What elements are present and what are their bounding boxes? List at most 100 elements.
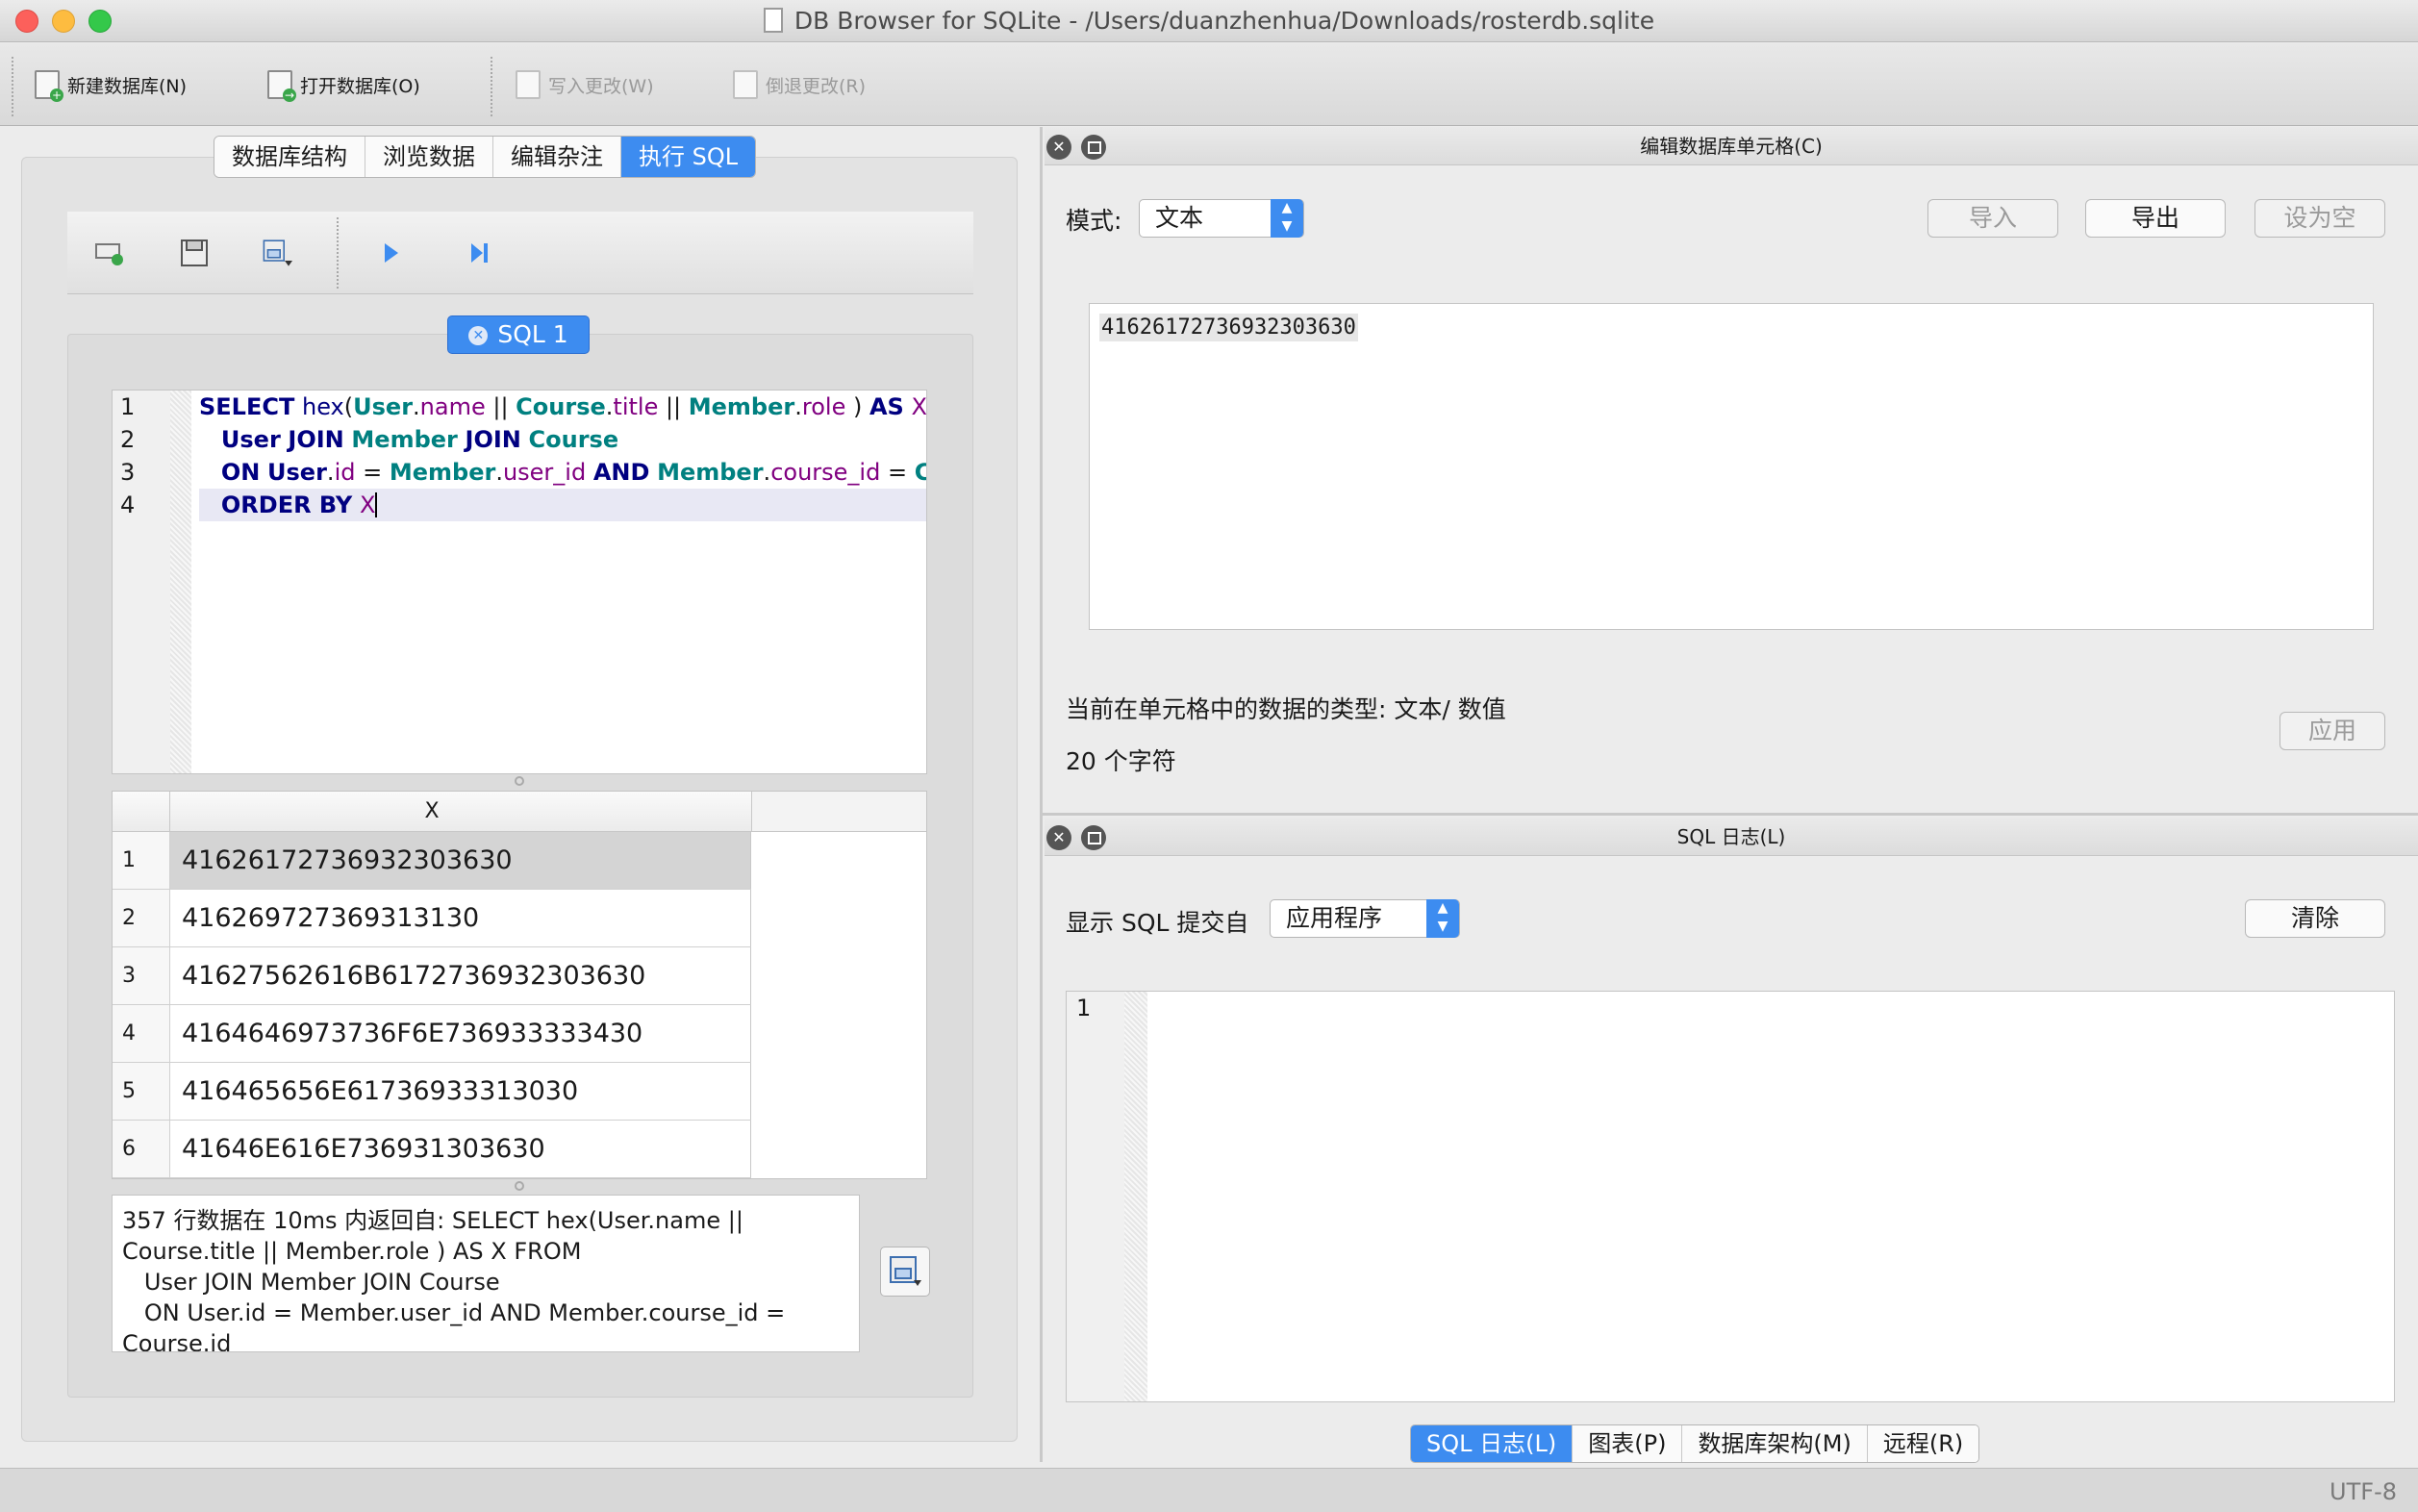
cell-editor-float-icon[interactable]: [1081, 135, 1106, 160]
sql-tab-label: SQL 1: [497, 320, 568, 348]
log-fold-margin: [1124, 992, 1147, 1401]
table-row[interactable]: 4 4164646973736F6E736933333430: [113, 1005, 751, 1063]
vertical-splitter[interactable]: [1040, 127, 1043, 1462]
sql-source-value: 应用程序: [1286, 904, 1383, 932]
tab-execute-sql[interactable]: 执行 SQL: [621, 137, 756, 177]
cell-editor-close-icon[interactable]: ✕: [1046, 135, 1071, 160]
line-number-gutter: 1 2 3 4: [113, 391, 170, 773]
mode-select[interactable]: 文本 ▲ ▼: [1139, 199, 1304, 238]
log-line-number-gutter: 1: [1067, 992, 1124, 1401]
cell-editor-title: 编辑数据库单元格(C): [1640, 135, 1823, 158]
sql-toolbar-separator: [337, 217, 339, 289]
chevron-updown-icon: ▲ ▼: [1271, 199, 1303, 238]
editor-splitter-handle[interactable]: [515, 776, 524, 786]
sql-log-close-icon[interactable]: ✕: [1046, 825, 1071, 850]
tab-edit-pragmas[interactable]: 编辑杂注: [493, 137, 621, 177]
tab-db-schema[interactable]: 数据库架构(M): [1682, 1425, 1868, 1462]
tab-browse-data[interactable]: 浏览数据: [365, 137, 493, 177]
line-number: 4: [120, 491, 136, 518]
tab-remote[interactable]: 远程(R): [1867, 1425, 1979, 1462]
row-number: 4: [113, 1005, 170, 1062]
revert-changes-icon: [733, 70, 758, 99]
fold-margin: [170, 391, 191, 773]
new-database-label: 新建数据库(N): [67, 75, 188, 97]
encoding-label: UTF-8: [2330, 1478, 2397, 1505]
revert-changes-button[interactable]: 倒退更改(R): [733, 64, 866, 105]
sql-tab[interactable]: ✕ SQL 1: [447, 315, 590, 354]
grid-header-filler: [751, 792, 926, 832]
set-null-button[interactable]: 设为空: [2254, 199, 2385, 238]
save-sql-file-icon[interactable]: [262, 237, 292, 269]
import-button[interactable]: 导入: [1927, 199, 2058, 238]
code-line: ON User.id = Member.user_id AND Member.c…: [220, 459, 926, 486]
cell-char-count: 20 个字符: [1066, 747, 1176, 775]
table-row[interactable]: 1 41626172736932303630: [113, 832, 751, 890]
sql-log-title: SQL 日志(L): [1676, 825, 1786, 848]
open-tab-icon[interactable]: [94, 237, 125, 269]
execution-message: 357 行数据在 10ms 内返回自: SELECT hex(User.name…: [112, 1195, 860, 1352]
row-number: 5: [113, 1063, 170, 1120]
status-bar: UTF-8: [0, 1468, 2418, 1512]
close-tab-icon[interactable]: ✕: [468, 326, 489, 345]
show-sql-label: 显示 SQL 提交自: [1066, 909, 1249, 937]
line-number: 3: [120, 459, 136, 486]
write-changes-button[interactable]: 写入更改(W): [516, 64, 654, 105]
write-changes-icon: [516, 70, 541, 99]
horizontal-splitter[interactable]: [1043, 813, 2418, 816]
toolbar-separator: [491, 57, 492, 116]
table-row[interactable]: 3 41627562616B6172736932303630: [113, 947, 751, 1005]
document-icon: [763, 8, 783, 33]
tab-sql-log[interactable]: SQL 日志(L): [1411, 1425, 1574, 1462]
line-number: 2: [120, 426, 136, 453]
toolbar-grip: [12, 57, 13, 116]
table-row[interactable]: 5 416465656E61736933313030: [113, 1063, 751, 1121]
code-line-current: ORDER BY X: [199, 489, 926, 521]
mode-label: 模式:: [1066, 207, 1122, 235]
cell-value-text: 41626172736932303630: [1099, 314, 1358, 341]
mode-select-value: 文本: [1155, 204, 1204, 232]
code-line: User JOIN Member JOIN Course: [220, 426, 619, 453]
clear-log-button[interactable]: 清除: [2245, 899, 2385, 938]
results-splitter-handle[interactable]: [515, 1181, 524, 1191]
row-number: 2: [113, 890, 170, 946]
open-database-label: 打开数据库(O): [300, 75, 420, 97]
table-cell[interactable]: 41646E616E736931303630: [170, 1121, 751, 1177]
table-cell[interactable]: 41626172736932303630: [170, 832, 751, 889]
text-cursor: [375, 492, 378, 517]
results-grid[interactable]: X 1 41626172736932303630 2 4162697273693…: [112, 791, 927, 1179]
export-button[interactable]: 导出: [2085, 199, 2226, 238]
apply-button[interactable]: 应用: [2279, 712, 2385, 750]
open-sql-file-icon[interactable]: [179, 237, 210, 269]
revert-changes-label: 倒退更改(R): [766, 75, 867, 97]
execute-line-icon[interactable]: [464, 237, 494, 269]
cell-type-info: 当前在单元格中的数据的类型: 文本/ 数值: [1066, 695, 1506, 723]
table-row[interactable]: 6 41646E616E736931303630: [113, 1121, 751, 1178]
tab-plot[interactable]: 图表(P): [1573, 1425, 1683, 1462]
new-database-button[interactable]: + 新建数据库(N): [35, 64, 187, 105]
sql-log-float-icon[interactable]: [1081, 825, 1106, 850]
execute-all-icon[interactable]: [375, 237, 406, 269]
sql-toolbar: [67, 212, 973, 294]
dock-tab-bar: SQL 日志(L) 图表(P) 数据库架构(M) 远程(R): [1410, 1424, 1980, 1463]
row-number: 3: [113, 947, 170, 1004]
sql-editor[interactable]: 1 2 3 4 SELECT hex(User.name || Course.t…: [112, 390, 927, 774]
export-results-button[interactable]: [880, 1247, 930, 1297]
chevron-updown-icon: ▲ ▼: [1426, 899, 1459, 938]
sql-log-view[interactable]: 1: [1066, 991, 2395, 1402]
window-title: DB Browser for SQLite - /Users/duanzhenh…: [0, 0, 2418, 42]
line-number: 1: [1076, 995, 1092, 1021]
window-title-text: DB Browser for SQLite - /Users/duanzhenh…: [793, 7, 1655, 35]
export-icon: [890, 1256, 921, 1286]
table-row[interactable]: 2 416269727369313130: [113, 890, 751, 947]
sql-source-select[interactable]: 应用程序 ▲ ▼: [1270, 899, 1460, 938]
main-toolbar: + 新建数据库(N) → 打开数据库(O) 写入更改(W) 倒退更改(R): [0, 43, 2418, 126]
open-database-button[interactable]: → 打开数据库(O): [267, 64, 420, 105]
table-cell[interactable]: 41627562616B6172736932303630: [170, 947, 751, 1004]
cell-value-editor[interactable]: 41626172736932303630: [1089, 303, 2374, 630]
tab-database-structure[interactable]: 数据库结构: [214, 137, 365, 177]
table-cell[interactable]: 416269727369313130: [170, 890, 751, 946]
grid-corner: [113, 792, 170, 832]
table-cell[interactable]: 416465656E61736933313030: [170, 1063, 751, 1120]
table-cell[interactable]: 4164646973736F6E736933333430: [170, 1005, 751, 1062]
column-header-x[interactable]: X: [113, 792, 751, 832]
